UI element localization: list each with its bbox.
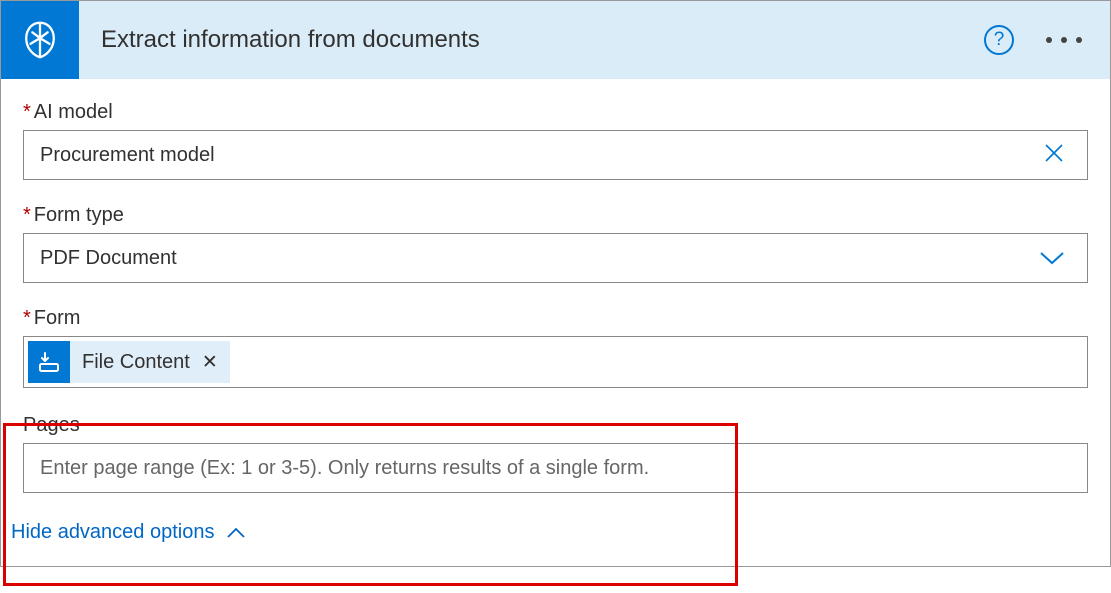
chevron-up-icon bbox=[226, 527, 246, 539]
form-input[interactable]: File Content ✕ bbox=[23, 336, 1088, 388]
ai-model-input[interactable]: Procurement model bbox=[23, 130, 1088, 180]
form-type-select[interactable]: PDF Document bbox=[23, 233, 1088, 283]
clear-icon[interactable] bbox=[1037, 140, 1071, 171]
token-label: File Content bbox=[82, 351, 190, 374]
card-title: Extract information from documents bbox=[101, 26, 984, 54]
form-type-label: *Form type bbox=[23, 204, 1088, 227]
ai-builder-icon bbox=[1, 1, 79, 79]
file-content-icon bbox=[28, 341, 70, 383]
dynamic-content-token[interactable]: File Content ✕ bbox=[28, 341, 230, 383]
action-card: Extract information from documents ? *AI… bbox=[0, 0, 1111, 567]
hide-advanced-toggle[interactable]: Hide advanced options bbox=[11, 521, 1088, 544]
card-body: *AI model Procurement model *Form type P… bbox=[1, 79, 1110, 566]
card-header: Extract information from documents ? bbox=[1, 1, 1110, 79]
pages-label: Pages bbox=[23, 414, 1088, 437]
pages-input[interactable] bbox=[23, 443, 1088, 493]
form-type-value: PDF Document bbox=[40, 247, 1033, 270]
ai-model-value: Procurement model bbox=[40, 144, 1037, 167]
more-menu-icon[interactable] bbox=[1038, 29, 1090, 51]
ai-model-label: *AI model bbox=[23, 101, 1088, 124]
remove-token-icon[interactable]: ✕ bbox=[202, 351, 218, 374]
chevron-down-icon[interactable] bbox=[1033, 250, 1071, 266]
help-icon[interactable]: ? bbox=[984, 25, 1014, 55]
form-label: *Form bbox=[23, 307, 1088, 330]
